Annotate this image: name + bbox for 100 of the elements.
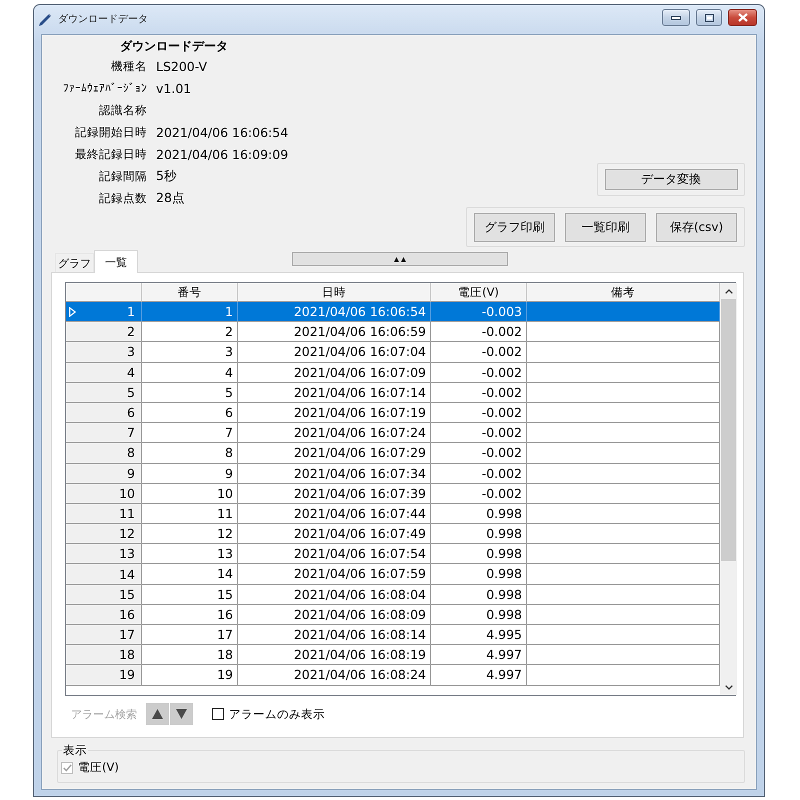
row-number: 14: [119, 566, 135, 584]
row-header-cell[interactable]: 2: [66, 322, 142, 342]
close-button[interactable]: [728, 9, 757, 26]
close-icon: [738, 13, 748, 22]
row-number: 3: [127, 343, 135, 362]
table-row[interactable]: 9 9 2021/04/06 16:07:34 -0.002: [66, 464, 720, 484]
checkbox-label: 電圧(V): [78, 760, 119, 775]
chevron-up-icon: [724, 288, 732, 294]
row-header-cell[interactable]: 12: [66, 524, 142, 544]
checkbox-label: アラームのみ表示: [229, 706, 325, 722]
convert-button[interactable]: データ変換: [604, 169, 738, 190]
table-row[interactable]: 10 10 2021/04/06 16:07:39 -0.002: [66, 484, 720, 504]
field-label: 記録開始日時: [75, 124, 147, 140]
row-header-cell[interactable]: 19: [66, 665, 142, 686]
triangle-down-icon: [176, 709, 187, 719]
table-row[interactable]: 11 11 2021/04/06 16:07:44 0.998: [66, 504, 720, 524]
row-header-cell[interactable]: 7: [66, 423, 142, 444]
row-number: 9: [127, 464, 135, 483]
table-row[interactable]: 3 3 2021/04/06 16:07:04 -0.002: [66, 342, 720, 363]
row-number: 10: [119, 484, 135, 503]
row-number: 15: [119, 586, 135, 604]
triangle-icon: [69, 306, 76, 317]
row-header-cell[interactable]: 6: [66, 402, 142, 424]
row-number: 13: [119, 545, 135, 564]
table-row[interactable]: 7 7 2021/04/06 16:07:24 -0.002: [66, 423, 720, 444]
field-value: 2021/04/06 16:09:09: [156, 146, 288, 162]
maximize-button[interactable]: [696, 9, 722, 26]
table-row[interactable]: 17 17 2021/04/06 16:08:14 4.995: [66, 625, 720, 646]
row-header-cell[interactable]: 13: [66, 544, 142, 564]
window-title: ダウンロードデータ: [58, 13, 148, 27]
row-number: 8: [127, 444, 135, 462]
checkbox[interactable]: [212, 708, 224, 720]
table-cell: 19: [142, 665, 238, 686]
triangle-up-icon: [152, 709, 163, 719]
field-value: 2021/04/06 16:06:54: [156, 124, 288, 140]
row-number: 5: [127, 384, 135, 402]
row-header-cell[interactable]: 3: [66, 342, 142, 363]
table-row[interactable]: 5 5 2021/04/06 16:07:14 -0.002: [66, 382, 720, 403]
field-label: 記録点数: [99, 190, 147, 206]
table-row[interactable]: 1 1 2021/04/06 16:06:54 -0.003: [66, 302, 720, 322]
row-number: 12: [119, 525, 135, 544]
field-value: 5秒: [156, 168, 178, 184]
table-row[interactable]: 15 15 2021/04/06 16:08:04 0.998: [66, 584, 720, 605]
table-row[interactable]: 13 13 2021/04/06 16:07:54 0.998: [66, 544, 720, 564]
table-row[interactable]: 12 12 2021/04/06 16:07:49 0.998: [66, 524, 720, 544]
pencil-icon: [38, 13, 52, 27]
field-label: ﾌｧｰﾑｳｪｱﾊﾞｰｼﾞｮﾝ: [63, 81, 147, 95]
table-row[interactable]: 18 18 2021/04/06 16:08:19 4.997: [66, 645, 720, 666]
row-number: 19: [119, 666, 135, 684]
field-label: 記録間隔: [99, 168, 147, 184]
row-number: 17: [119, 626, 135, 644]
field-value: LS200-V: [156, 58, 208, 74]
tab[interactable]: グラフ: [55, 253, 94, 272]
row-number: 7: [127, 424, 135, 442]
row-header-cell[interactable]: 15: [66, 584, 142, 605]
field-label: 最終記録日時: [75, 146, 147, 162]
scrollbar-thumb[interactable]: [721, 299, 736, 561]
row-header-cell[interactable]: 14: [66, 564, 142, 585]
chevron-down-icon: [724, 684, 732, 690]
minimize-icon: [671, 16, 681, 20]
field-label: 認識名称: [99, 102, 147, 118]
alarm-search-label: アラーム検索: [71, 706, 137, 722]
row-header-cell[interactable]: 18: [66, 645, 142, 666]
table-row[interactable]: 6 6 2021/04/06 16:07:19 -0.002: [66, 402, 720, 424]
row-number: 6: [127, 404, 135, 422]
row-header-cell[interactable]: 4: [66, 362, 142, 383]
field-value: 28点: [156, 190, 186, 206]
table-row[interactable]: 19 19 2021/04/06 16:08:24 4.997: [66, 665, 720, 686]
row-header-cell[interactable]: 10: [66, 484, 142, 504]
table-row[interactable]: 4 4 2021/04/06 16:07:09 -0.002: [66, 362, 720, 383]
group-label: 表示: [62, 743, 88, 757]
action-button[interactable]: 一覧印刷: [565, 212, 646, 242]
table-cell: 2021/04/06 16:08:24: [238, 665, 431, 686]
row-number: 1: [127, 303, 135, 322]
action-button[interactable]: 保存(csv): [656, 212, 737, 242]
minimize-button[interactable]: [662, 9, 690, 26]
next-alarm-button[interactable]: [170, 703, 193, 725]
table-row[interactable]: 8 8 2021/04/06 16:07:29 -0.002: [66, 443, 720, 464]
section-title: ダウンロードデータ: [120, 38, 229, 55]
row-header-cell[interactable]: 8: [66, 443, 142, 464]
row-header-cell[interactable]: 17: [66, 625, 142, 646]
row-header-cell[interactable]: 9: [66, 464, 142, 484]
row-header-cell[interactable]: 16: [66, 604, 142, 625]
double-up-triangle-icon: [394, 256, 406, 262]
tab[interactable]: 一覧: [94, 250, 138, 273]
row-header-cell[interactable]: 11: [66, 504, 142, 524]
action-button[interactable]: グラフ印刷: [474, 212, 555, 242]
row-header-cell[interactable]: 5: [66, 382, 142, 403]
table-cell: 4.997: [431, 665, 527, 686]
previous-alarm-button[interactable]: [146, 703, 169, 725]
row-number: 18: [119, 646, 135, 664]
row-number: 16: [119, 606, 135, 624]
check-icon: [62, 764, 72, 772]
row-number: 11: [119, 504, 135, 523]
row-number: 2: [127, 323, 135, 342]
maximize-icon: [704, 14, 714, 22]
table-row[interactable]: 16 16 2021/04/06 16:08:09 0.998: [66, 604, 720, 625]
table-row[interactable]: 14 14 2021/04/06 16:07:59 0.998: [66, 564, 720, 585]
field-value: v1.01: [156, 80, 192, 96]
table-row[interactable]: 2 2 2021/04/06 16:06:59 -0.002: [66, 322, 720, 342]
